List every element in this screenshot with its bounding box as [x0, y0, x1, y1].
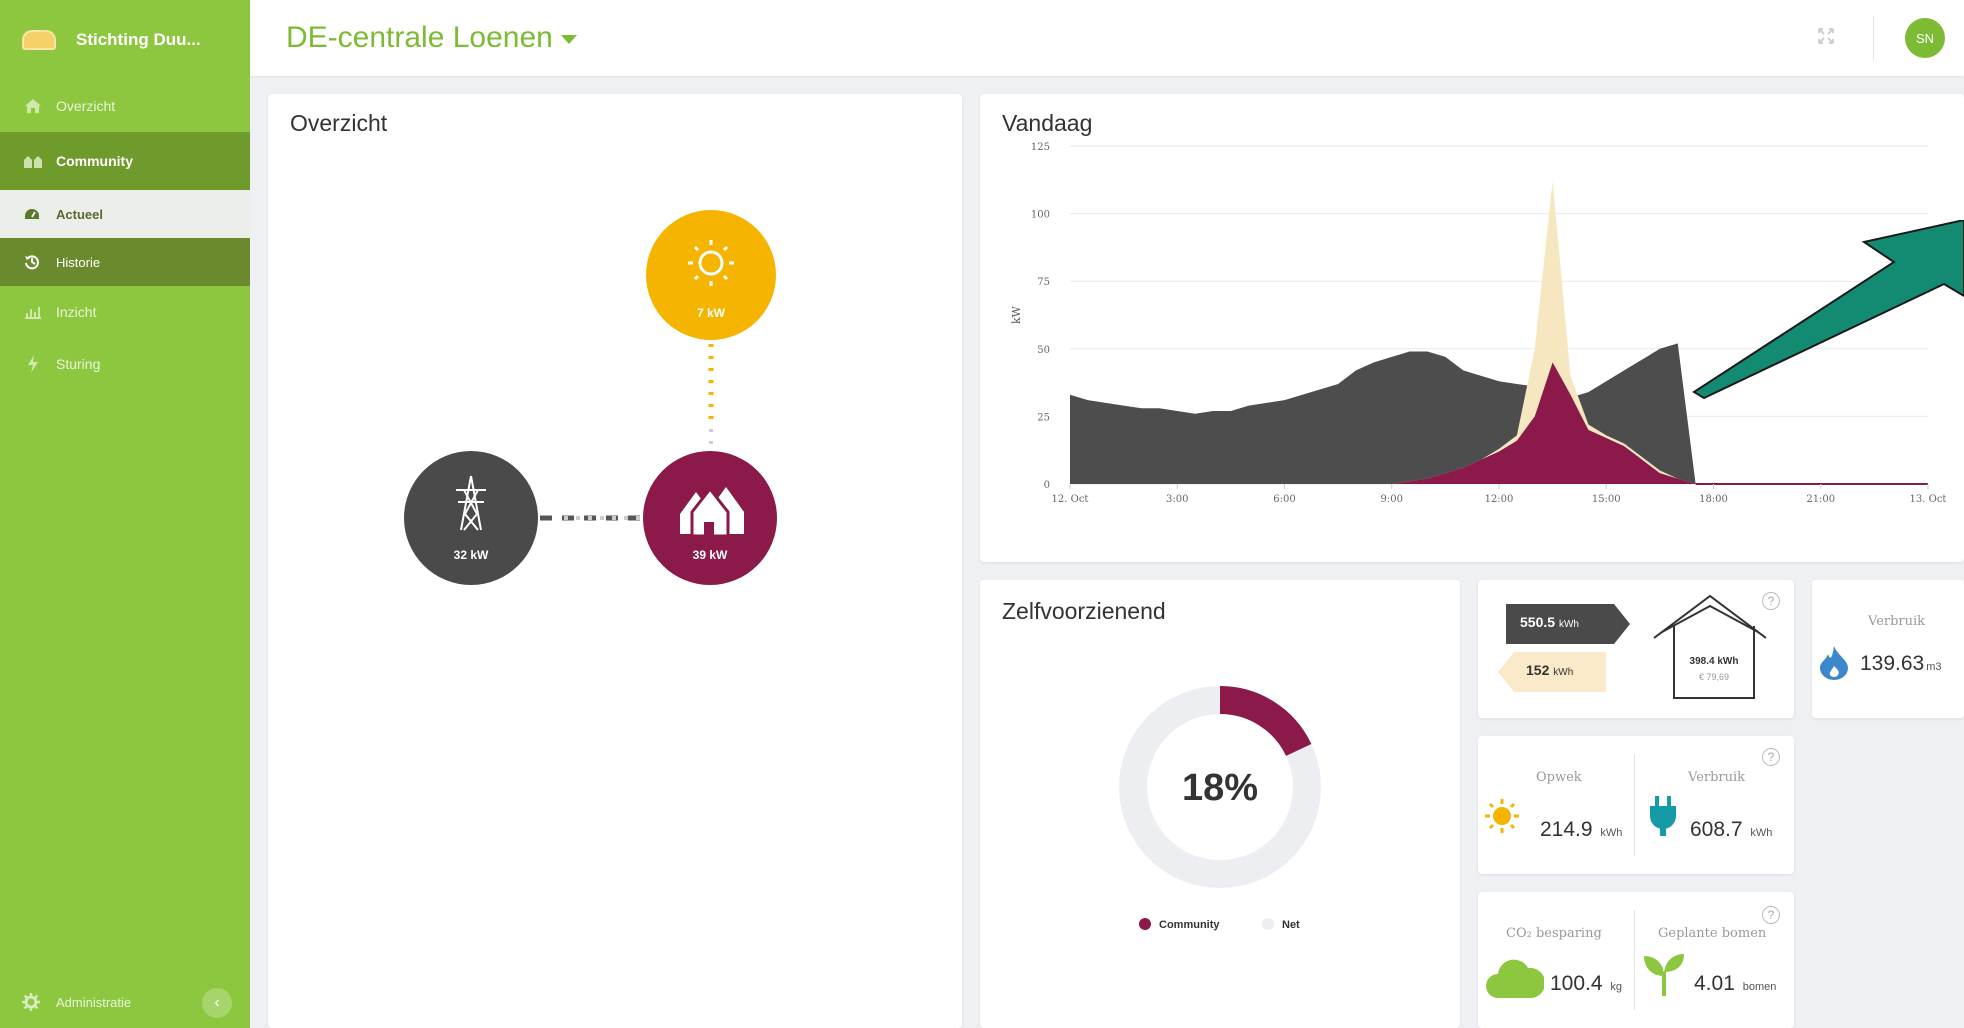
overzicht-card: Overzicht 7 kW 32 kW 39 kW: [268, 94, 962, 1028]
import-export-arrows: [1498, 594, 1767, 699]
sidebar-item-label: Inzicht: [56, 304, 97, 320]
house-icon: [1653, 594, 1767, 699]
y-tick-label: 25: [1037, 412, 1050, 423]
solar-value: 7 kW: [697, 306, 726, 320]
energy-flow-diagram: 7 kW 32 kW 39 kW: [404, 210, 777, 585]
trees-value: 4.01 bomen: [1694, 972, 1777, 995]
x-tick-label: 13. Oct: [1910, 494, 1947, 505]
import-value: 550.5 kWh: [1520, 614, 1579, 630]
page-title: DE-centrale Loenen: [286, 21, 553, 54]
location-selector[interactable]: DE-centrale Loenen: [286, 21, 577, 55]
zelfvoorzienend-card: Zelfvoorzienend 18% Community Net: [980, 580, 1460, 1028]
trees-label: Geplante bomen: [1658, 926, 1767, 941]
sidebar-item-community[interactable]: Community: [0, 132, 250, 190]
divider: [1634, 754, 1635, 856]
brand[interactable]: Stichting Duu...: [0, 0, 250, 80]
co2-card: ? CO₂ besparing 100.4 kg Geplante bomen …: [1478, 892, 1794, 1028]
opwek-label: Opwek: [1536, 770, 1582, 785]
divider: [1634, 910, 1635, 1010]
x-tick-label: 3:00: [1166, 494, 1188, 505]
sidebar-item-historie[interactable]: Historie: [0, 238, 250, 286]
header-divider: [1873, 16, 1874, 60]
callout-arrow: [1692, 220, 1964, 400]
opwek-value: 214.9 kWh: [1540, 818, 1623, 841]
sidebar-item-label: Actueel: [56, 206, 103, 222]
plug-icon: [1648, 796, 1678, 841]
verbruik-label: Verbruik: [1688, 770, 1746, 785]
sidebar-item-label: Overzicht: [56, 98, 116, 114]
caret-down-icon: [560, 34, 577, 44]
brand-logo-icon: [22, 30, 56, 50]
co2-value: 100.4 kg: [1550, 972, 1623, 995]
sun-icon: [1484, 798, 1520, 839]
sprout-icon: [1644, 952, 1684, 1001]
y-tick-label: 0: [1044, 480, 1050, 491]
flame-icon: [1820, 646, 1848, 685]
collapse-sidebar-button[interactable]: ‹: [202, 988, 232, 1018]
chart-icon: [22, 305, 44, 319]
legend-net[interactable]: Net: [1282, 919, 1300, 931]
sidebar: Stichting Duu... Overzicht Community Act…: [0, 0, 250, 1028]
y-axis-label: kW: [1010, 305, 1023, 324]
legend-net-swatch: [1262, 918, 1274, 930]
verbruik-value: 608.7 kWh: [1690, 818, 1773, 841]
y-tick-label: 75: [1037, 277, 1050, 288]
house-cost: € 79,69: [1698, 672, 1730, 682]
sidebar-item-sturing[interactable]: Sturing: [0, 338, 250, 390]
donut-percent: 18%: [1182, 767, 1258, 809]
dashboard-icon: [22, 207, 42, 221]
energy-balance-card: ? 550.5 kWh 152 kWh 398.4 kWh € 79,69: [1478, 580, 1794, 718]
expand-icon[interactable]: [1816, 26, 1836, 52]
sidebar-item-inzicht[interactable]: Inzicht: [0, 286, 250, 338]
bolt-icon: [22, 355, 44, 373]
community-value: 39 kW: [693, 548, 728, 562]
sidebar-item-administratie[interactable]: Administratie ‹: [0, 976, 250, 1028]
x-tick-label: 9:00: [1381, 494, 1403, 505]
house-kwh: 398.4 kWh: [1689, 656, 1739, 667]
cloud-icon: [1486, 956, 1546, 1003]
x-tick-label: 12. Oct: [1052, 494, 1089, 505]
community-icon: [22, 153, 44, 169]
gas-value: 139.63 m3: [1860, 652, 1942, 675]
self-sufficiency-donut: 18% Community Net: [1119, 686, 1321, 931]
x-tick-label: 6:00: [1273, 494, 1295, 505]
y-tick-label: 50: [1037, 345, 1050, 356]
y-tick-label: 100: [1031, 210, 1050, 221]
avatar[interactable]: SN: [1905, 18, 1945, 58]
brand-name: Stichting Duu...: [76, 30, 201, 49]
donut-community-arc: [1219, 686, 1312, 757]
y-tick-label: 125: [1031, 142, 1050, 153]
export-value: 152 kWh: [1526, 662, 1574, 678]
sidebar-item-label: Community: [56, 153, 133, 169]
production-card: ? Opwek 214.9 kWh Verbruik 608.7 kWh: [1478, 736, 1794, 874]
x-tick-label: 21:00: [1806, 494, 1835, 505]
header: DE-centrale Loenen SN: [250, 0, 1964, 76]
gas-label: Verbruik: [1868, 614, 1926, 629]
gas-card: Verbruik 139.63 m3: [1812, 580, 1964, 718]
grid-value: 32 kW: [454, 548, 489, 562]
legend-community-swatch: [1139, 918, 1151, 930]
sidebar-item-overzicht[interactable]: Overzicht: [0, 80, 250, 132]
sidebar-item-label: Historie: [56, 254, 101, 270]
x-tick-label: 12:00: [1485, 494, 1514, 505]
sidebar-item-actueel[interactable]: Actueel: [0, 190, 250, 238]
legend-community[interactable]: Community: [1159, 919, 1220, 931]
x-tick-label: 18:00: [1699, 494, 1728, 505]
grid-node[interactable]: [404, 451, 538, 585]
co2-label: CO₂ besparing: [1506, 926, 1602, 941]
gear-icon: [22, 993, 44, 1011]
sidebar-item-label: Administratie: [56, 994, 132, 1010]
x-tick-label: 15:00: [1592, 494, 1621, 505]
help-icon[interactable]: ?: [1762, 906, 1780, 924]
sidebar-item-label: Sturing: [56, 356, 101, 372]
history-icon: [22, 254, 42, 270]
help-icon[interactable]: ?: [1762, 748, 1780, 766]
home-icon: [22, 98, 44, 114]
